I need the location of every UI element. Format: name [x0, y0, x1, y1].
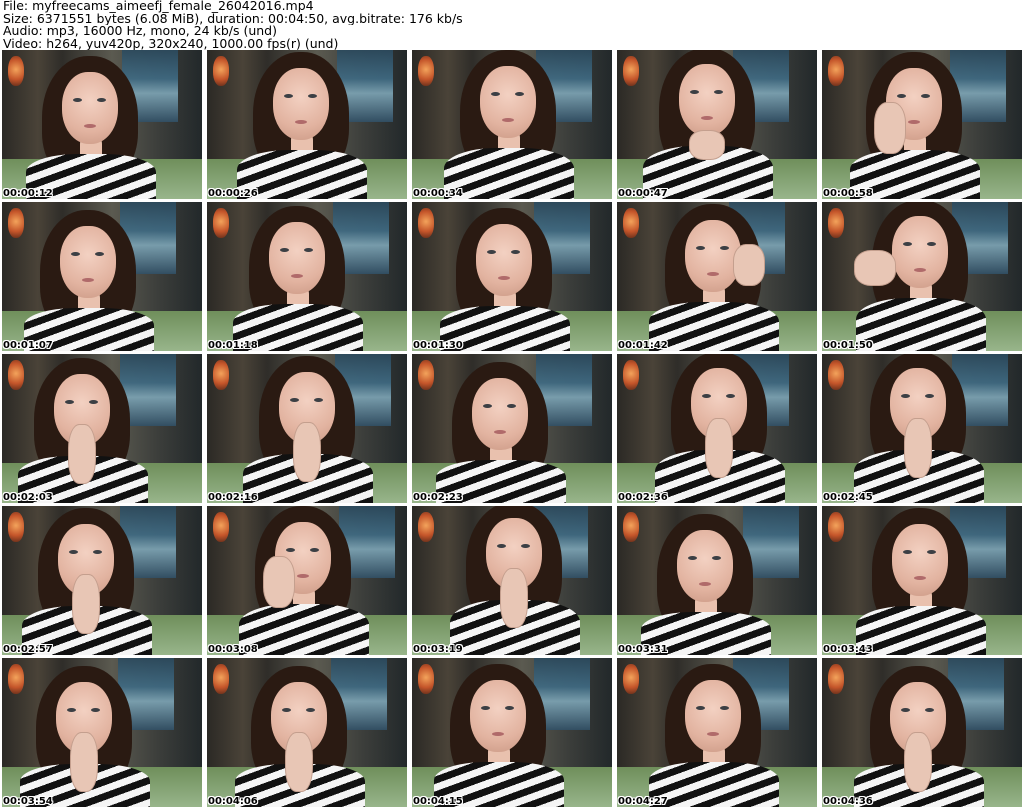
thumbnail-frame-image [412, 354, 612, 503]
thumbnail-frame-image [822, 354, 1022, 503]
thumbnail-timestamp: 00:00:58 [823, 188, 873, 199]
video-thumbnail[interactable]: 00:00:47 [617, 50, 817, 199]
thumbnail-timestamp: 00:02:23 [413, 492, 463, 503]
thumbnail-timestamp: 00:01:07 [3, 340, 53, 351]
thumbnail-timestamp: 00:01:50 [823, 340, 873, 351]
thumbnail-frame-image [412, 50, 612, 199]
thumbnail-timestamp: 00:01:42 [618, 340, 668, 351]
thumbnail-timestamp: 00:04:27 [618, 796, 668, 807]
video-thumbnail[interactable]: 00:04:06 [207, 658, 407, 807]
video-thumbnail[interactable]: 00:01:42 [617, 202, 817, 351]
thumbnail-grid: 00:00:12 00:00:26 00:00:34 00:00:47 00:00:58… [2, 50, 1022, 809]
thumbnail-frame-image [207, 506, 407, 655]
thumbnail-frame-image [2, 506, 202, 655]
thumbnail-timestamp: 00:02:57 [3, 644, 53, 655]
thumbnail-timestamp: 00:02:16 [208, 492, 258, 503]
video-info-line: Video: h264, yuv420p, 320x240, 1000.00 f… [3, 37, 339, 50]
thumbnail-frame-image [617, 658, 817, 807]
video-thumbnail[interactable]: 00:03:54 [2, 658, 202, 807]
thumbnail-frame-image [617, 354, 817, 503]
thumbnail-frame-image [822, 202, 1022, 351]
thumbnail-timestamp: 00:01:30 [413, 340, 463, 351]
video-thumbnail[interactable]: 00:01:50 [822, 202, 1022, 351]
thumbnail-frame-image [2, 658, 202, 807]
thumbnail-timestamp: 00:00:12 [3, 188, 53, 199]
thumbnail-timestamp: 00:03:19 [413, 644, 463, 655]
video-thumbnail[interactable]: 00:02:45 [822, 354, 1022, 503]
thumbnail-frame-image [617, 50, 817, 199]
video-thumbnail[interactable]: 00:00:12 [2, 50, 202, 199]
thumbnail-timestamp: 00:02:36 [618, 492, 668, 503]
thumbnail-timestamp: 00:04:06 [208, 796, 258, 807]
thumbnail-timestamp: 00:03:31 [618, 644, 668, 655]
thumbnail-frame-image [822, 658, 1022, 807]
thumbnail-frame-image [207, 202, 407, 351]
thumbnail-timestamp: 00:04:36 [823, 796, 873, 807]
video-thumbnail[interactable]: 00:00:58 [822, 50, 1022, 199]
video-thumbnail[interactable]: 00:04:27 [617, 658, 817, 807]
video-thumbnail[interactable]: 00:02:23 [412, 354, 612, 503]
video-thumbnail[interactable]: 00:00:34 [412, 50, 612, 199]
thumbnail-frame-image [207, 354, 407, 503]
file-info-header: File: myfreecams_aimeefj_female_26042016… [3, 0, 1021, 50]
video-thumbnail[interactable]: 00:02:57 [2, 506, 202, 655]
thumbnail-timestamp: 00:03:08 [208, 644, 258, 655]
thumbnail-timestamp: 00:00:26 [208, 188, 258, 199]
thumbnail-frame-image [207, 658, 407, 807]
thumbnail-timestamp: 00:02:45 [823, 492, 873, 503]
thumbnail-frame-image [412, 506, 612, 655]
video-thumbnail[interactable]: 00:01:30 [412, 202, 612, 351]
video-thumbnail[interactable]: 00:03:31 [617, 506, 817, 655]
file-name-line: File: myfreecams_aimeefj_female_26042016… [3, 0, 314, 13]
thumbnail-frame-image [822, 506, 1022, 655]
thumbnail-timestamp: 00:03:54 [3, 796, 53, 807]
video-thumbnail[interactable]: 00:02:16 [207, 354, 407, 503]
thumbnail-frame-image [822, 50, 1022, 199]
thumbnail-frame-image [2, 354, 202, 503]
thumbnail-timestamp: 00:00:34 [413, 188, 463, 199]
thumbnail-frame-image [412, 202, 612, 351]
thumbnail-frame-image [2, 202, 202, 351]
thumbnail-timestamp: 00:00:47 [618, 188, 668, 199]
video-thumbnail[interactable]: 00:01:18 [207, 202, 407, 351]
video-thumbnail[interactable]: 00:01:07 [2, 202, 202, 351]
thumbnail-timestamp: 00:04:15 [413, 796, 463, 807]
thumbnail-frame-image [2, 50, 202, 199]
video-thumbnail[interactable]: 00:03:08 [207, 506, 407, 655]
video-thumbnail[interactable]: 00:04:36 [822, 658, 1022, 807]
thumbnail-timestamp: 00:02:03 [3, 492, 53, 503]
thumbnail-timestamp: 00:03:43 [823, 644, 873, 655]
thumbnail-timestamp: 00:01:18 [208, 340, 258, 351]
thumbnail-frame-image [207, 50, 407, 199]
video-thumbnail[interactable]: 00:03:43 [822, 506, 1022, 655]
thumbnail-frame-image [412, 658, 612, 807]
video-thumbnail[interactable]: 00:03:19 [412, 506, 612, 655]
video-thumbnail[interactable]: 00:02:03 [2, 354, 202, 503]
thumbnail-frame-image [617, 202, 817, 351]
video-thumbnail[interactable]: 00:02:36 [617, 354, 817, 503]
video-thumbnail[interactable]: 00:04:15 [412, 658, 612, 807]
audio-info-line: Audio: mp3, 16000 Hz, mono, 24 kb/s (und… [3, 25, 277, 38]
file-size-line: Size: 6371551 bytes (6.08 MiB), duration… [3, 12, 463, 25]
video-thumbnail[interactable]: 00:00:26 [207, 50, 407, 199]
thumbnail-frame-image [617, 506, 817, 655]
